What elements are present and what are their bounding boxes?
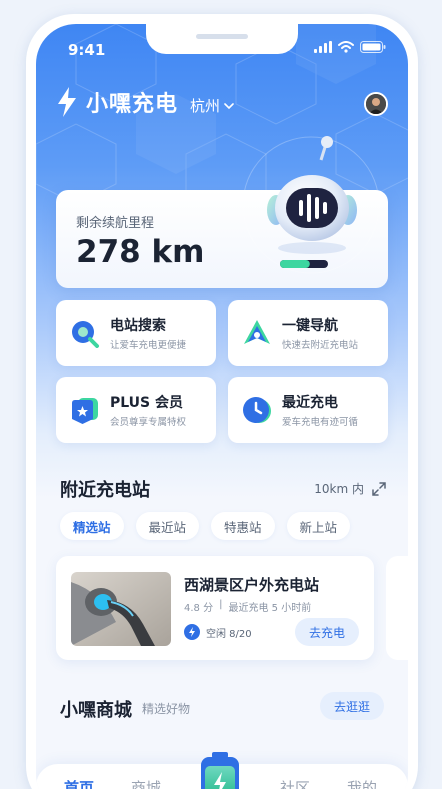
device-notch bbox=[146, 24, 298, 54]
navigation-icon bbox=[244, 320, 270, 344]
recent-charge-card[interactable]: 最近充电 爱车充电有迹可循 bbox=[228, 377, 388, 443]
station-card[interactable]: 西湖景区户外充电站 4.8 分 | 最近充电 5 小时前 空闲 8/20 去充电 bbox=[56, 556, 374, 660]
notch-speaker bbox=[196, 34, 248, 39]
plus-member-card[interactable]: PLUS 会员 会员尊享专属特权 bbox=[56, 377, 216, 443]
phone-frame: 9:41 小嘿充电 杭州 剩余续航里程 278 km 电站搜索 让爱车充电更便捷… bbox=[26, 14, 418, 789]
avatar[interactable] bbox=[364, 92, 388, 116]
action-title: 一键导航 bbox=[282, 318, 338, 334]
search-icon bbox=[72, 321, 99, 348]
tab-mall[interactable]: 商城 bbox=[131, 777, 161, 789]
tab-profile[interactable]: 我的 bbox=[347, 777, 377, 789]
member-badge-icon bbox=[72, 398, 98, 424]
range-label: 剩余续航里程 bbox=[76, 216, 155, 231]
tab-community[interactable]: 社区 bbox=[280, 777, 310, 789]
mall-title: 小嘿商城 bbox=[60, 700, 132, 721]
status-icons bbox=[314, 41, 386, 53]
cellular-signal-icon bbox=[314, 41, 332, 53]
tab-home[interactable]: 首页 bbox=[64, 777, 94, 789]
action-subtitle: 爱车充电有迹可循 bbox=[282, 417, 359, 428]
city-selector[interactable]: 杭州 bbox=[190, 95, 234, 116]
battery-level-bar bbox=[280, 260, 328, 268]
station-name: 西湖景区户外充电站 bbox=[184, 576, 320, 594]
lightning-logo-icon bbox=[58, 87, 76, 117]
browse-mall-button[interactable]: 去逛逛 bbox=[320, 692, 384, 720]
station-rating: 4.8 分 bbox=[184, 603, 214, 614]
expand-icon bbox=[372, 481, 386, 496]
station-availability: 空闲 8/20 bbox=[206, 628, 252, 640]
info-divider: | bbox=[219, 599, 223, 610]
city-label: 杭州 bbox=[190, 97, 221, 115]
robot-assistant-icon[interactable] bbox=[236, 130, 386, 280]
station-status: 空闲 8/20 bbox=[184, 624, 252, 640]
charging-plug-photo bbox=[71, 572, 171, 646]
status-time: 9:41 bbox=[68, 41, 106, 59]
nearby-range-label: 10km 内 bbox=[314, 482, 364, 496]
range-value: 278 km bbox=[76, 234, 205, 270]
app-screen: 9:41 小嘿充电 杭州 剩余续航里程 278 km 电站搜索 让爱车充电更便捷… bbox=[36, 24, 408, 789]
station-info: 4.8 分 | 最近充电 5 小时前 bbox=[184, 599, 311, 614]
go-charge-button[interactable]: 去充电 bbox=[295, 618, 359, 646]
station-search-card[interactable]: 电站搜索 让爱车充电更便捷 bbox=[56, 300, 216, 366]
battery-icon bbox=[360, 41, 386, 53]
bottom-tab-bar: 首页 商城 社区 我的 bbox=[36, 752, 408, 789]
navigation-card[interactable]: 一键导航 快速去附近充电站 bbox=[228, 300, 388, 366]
action-title: PLUS 会员 bbox=[110, 395, 184, 411]
action-subtitle: 让爱车充电更便捷 bbox=[110, 340, 187, 351]
charge-battery-icon[interactable] bbox=[199, 752, 241, 789]
chip-discount[interactable]: 特惠站 bbox=[211, 512, 275, 540]
chip-nearest[interactable]: 最近站 bbox=[135, 512, 200, 540]
brand-title: 小嘿充电 bbox=[86, 92, 179, 117]
chip-featured[interactable]: 精选站 bbox=[60, 512, 124, 540]
lightning-icon bbox=[184, 624, 200, 640]
action-title: 最近充电 bbox=[282, 395, 338, 411]
nearby-title: 附近充电站 bbox=[60, 480, 150, 501]
user-avatar-icon bbox=[366, 94, 386, 114]
station-last-charge: 最近充电 5 小时前 bbox=[228, 603, 312, 614]
nearby-range[interactable]: 10km 内 bbox=[314, 480, 386, 497]
brand: 小嘿充电 bbox=[56, 86, 178, 118]
clock-icon bbox=[243, 397, 271, 423]
action-subtitle: 会员尊享专属特权 bbox=[110, 417, 187, 428]
filter-chips: 精选站 最近站 特惠站 新上站 bbox=[60, 512, 351, 540]
action-title: 电站搜索 bbox=[110, 318, 166, 334]
chevron-down-icon bbox=[224, 102, 234, 109]
chip-new[interactable]: 新上站 bbox=[286, 512, 351, 540]
action-subtitle: 快速去附近充电站 bbox=[282, 340, 359, 351]
wifi-icon bbox=[338, 41, 354, 53]
mall-subtitle: 精选好物 bbox=[142, 702, 191, 716]
next-station-card-peek[interactable] bbox=[386, 556, 408, 660]
